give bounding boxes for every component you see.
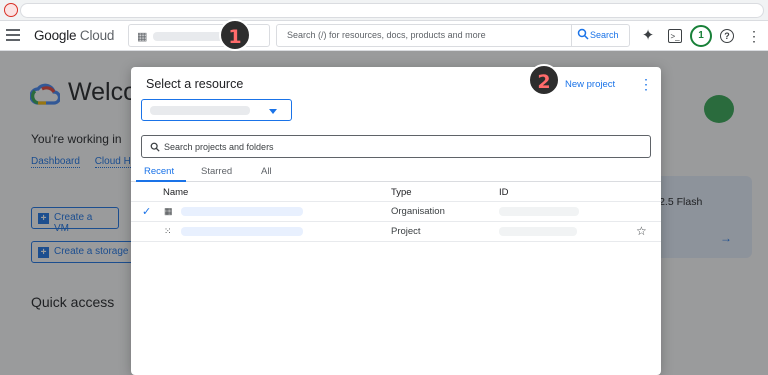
browser-strip (0, 0, 768, 21)
logo-cloud-text: Cloud (79, 28, 115, 43)
project-search-input[interactable]: Search projects and folders (141, 135, 651, 158)
select-resource-dialog: Select a resource New project ⋮ Search p… (131, 67, 661, 375)
tab-starred[interactable]: Starred (201, 166, 232, 177)
console-search-input[interactable]: Search (/) for resources, docs, products… (276, 24, 630, 47)
table-row[interactable]: ✓ ▦ Organisation (131, 202, 661, 222)
cloud-shell-icon[interactable]: >_ (668, 29, 682, 43)
resource-tabs: Recent Starred All (131, 163, 661, 182)
table-row[interactable]: ⁙ Project ☆ (131, 222, 661, 242)
search-placeholder: Search (/) for resources, docs, products… (287, 30, 486, 40)
caret-down-icon (269, 109, 277, 114)
google-cloud-logo[interactable]: Google Cloud (34, 28, 114, 43)
browser-favicon-icon (4, 3, 18, 17)
browser-address-bar[interactable] (20, 3, 764, 18)
resource-type: Project (391, 226, 421, 237)
column-header-id[interactable]: ID (499, 187, 509, 198)
search-icon (150, 142, 160, 152)
gemini-sparkle-icon[interactable]: ✦ (640, 28, 656, 44)
star-icon[interactable]: ☆ (636, 224, 647, 238)
project-search-placeholder: Search projects and folders (164, 142, 274, 152)
step-1-badge: 1 (219, 19, 251, 51)
step-2-badge: 2 (528, 64, 560, 96)
more-vert-icon[interactable]: ⋮ (639, 76, 653, 93)
organisation-icon: ▦ (137, 31, 148, 43)
column-header-type[interactable]: Type (391, 187, 412, 198)
tab-recent[interactable]: Recent (144, 166, 174, 177)
resource-id-redacted (499, 227, 577, 236)
search-button[interactable]: Search (571, 25, 629, 46)
logo-google-text: Google (34, 28, 77, 43)
help-icon[interactable]: ? (720, 29, 734, 43)
tab-all[interactable]: All (261, 166, 272, 177)
search-icon (577, 28, 589, 40)
notifications-badge[interactable]: 1 (690, 25, 712, 47)
project-icon: ⁙ (164, 226, 172, 236)
active-tab-indicator (136, 180, 186, 182)
dialog-title: Select a resource (146, 77, 244, 91)
organisation-select[interactable] (141, 99, 292, 121)
new-project-button[interactable]: New project (565, 79, 615, 90)
search-button-label: Search (590, 30, 619, 40)
check-icon: ✓ (142, 206, 152, 218)
organisation-icon: ▦ (164, 206, 173, 216)
resource-id-redacted (499, 207, 579, 216)
resource-name-redacted (181, 227, 303, 236)
resource-name-redacted (181, 207, 303, 216)
resource-type: Organisation (391, 206, 445, 217)
console-header: Google Cloud ▦ Search (/) for resources,… (0, 21, 768, 51)
menu-icon[interactable] (6, 29, 20, 41)
organisation-name-redacted (150, 106, 250, 115)
more-vert-icon[interactable]: ⋮ (746, 28, 762, 44)
column-header-name[interactable]: Name (163, 187, 188, 198)
